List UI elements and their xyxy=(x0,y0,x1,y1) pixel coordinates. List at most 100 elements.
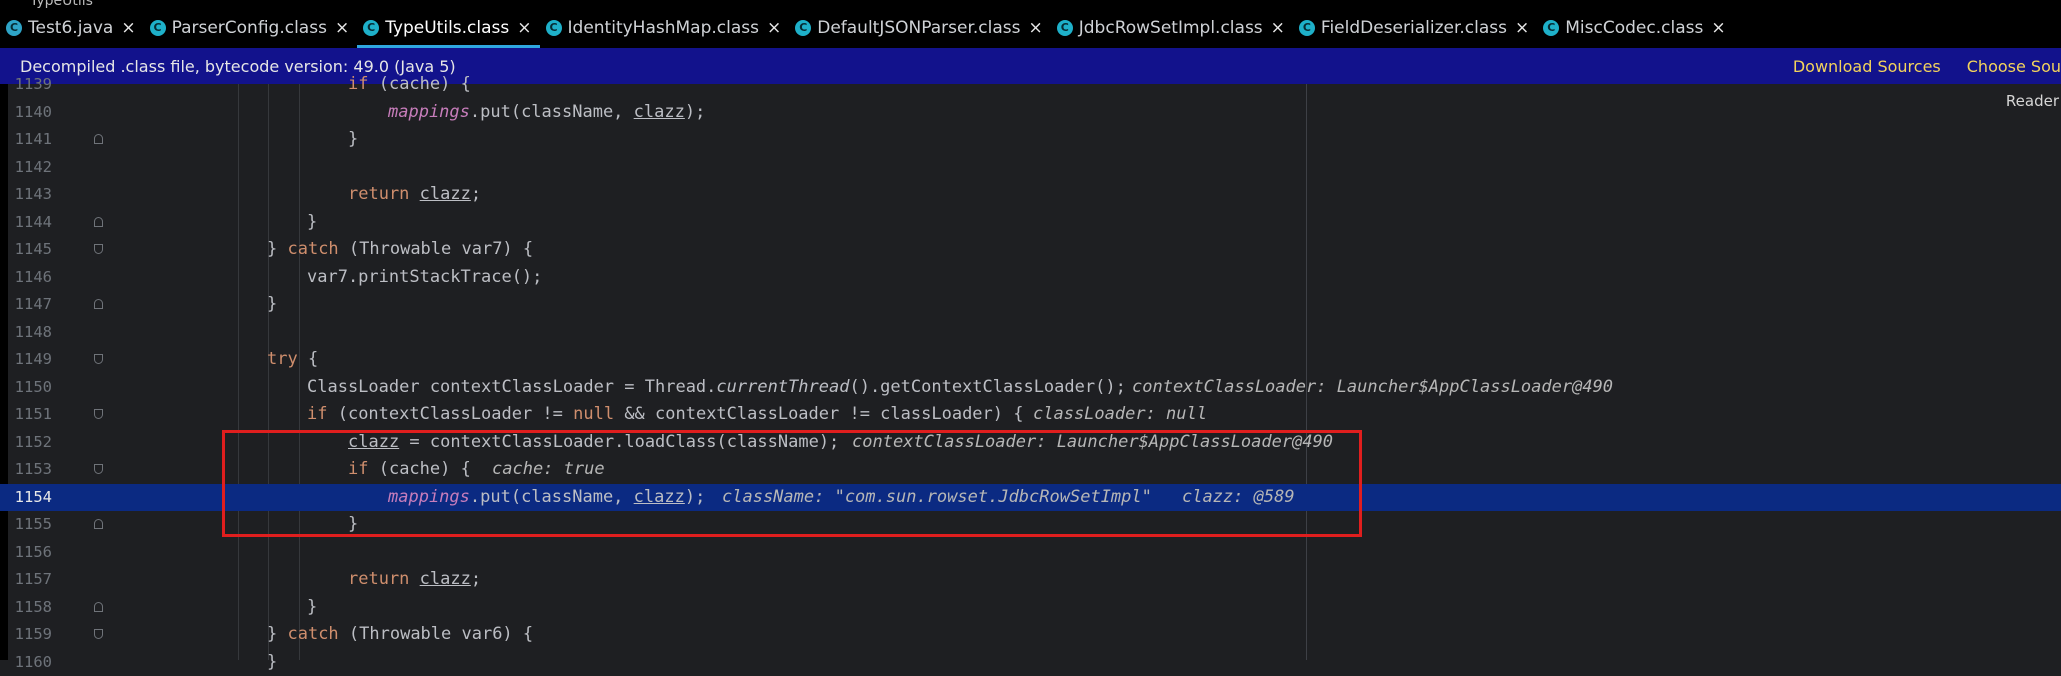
editor-tab-bar: CTest6.java×CParserConfig.class×CTypeUti… xyxy=(0,10,2061,48)
line-number: 1152 xyxy=(8,429,52,457)
code-editor[interactable]: 1139 if (cache) { 1140 mappings.put(clas… xyxy=(0,84,2061,660)
variable-ref: clazz xyxy=(420,569,471,589)
code-line: 1158 } xyxy=(0,594,2061,622)
code-text: } xyxy=(348,126,358,154)
close-icon[interactable]: × xyxy=(335,18,349,38)
line-number: 1142 xyxy=(8,154,52,182)
line-number: 1139 xyxy=(8,71,52,99)
line-number: 1153 xyxy=(8,456,52,484)
tab-misccodec-class[interactable]: C MiscCodec.class × xyxy=(1537,10,1733,48)
line-number: 1154 xyxy=(8,484,52,512)
code-text: (Throwable var6) { xyxy=(339,624,533,644)
field-ref: mappings xyxy=(388,102,470,122)
close-icon[interactable]: × xyxy=(1711,18,1725,38)
tab-typeutils-class[interactable]: CTypeUtils.class× xyxy=(357,10,539,48)
close-icon[interactable]: × xyxy=(121,18,135,38)
fold-end-icon[interactable] xyxy=(94,217,103,227)
line-number: 1158 xyxy=(8,594,52,622)
tab-label: JdbcRowSetImpl.class xyxy=(1079,18,1263,38)
keyword: catch xyxy=(287,239,338,259)
tab-identityhashmap-class[interactable]: CIdentityHashMap.class× xyxy=(540,10,790,48)
variable-ref: clazz xyxy=(634,102,685,122)
code-line: 1151 if (contextClassLoader != null && c… xyxy=(0,401,2061,429)
line-number: 1150 xyxy=(8,374,52,402)
tab-label: MiscCodec.class xyxy=(1565,18,1703,38)
window-title-bar: TypeUtils xyxy=(0,0,2061,10)
annotation-highlight-box xyxy=(222,430,1362,537)
close-icon[interactable]: × xyxy=(767,18,781,38)
code-line: 1139 if (cache) { xyxy=(0,71,2061,99)
code-text: ); xyxy=(685,102,705,122)
keyword: return xyxy=(348,184,420,204)
code-text: ; xyxy=(471,184,481,204)
code-text: } xyxy=(307,209,317,237)
code-line: 1156 xyxy=(0,539,2061,567)
code-text: } xyxy=(267,649,277,676)
line-number: 1141 xyxy=(8,126,52,154)
code-text: } xyxy=(267,239,287,259)
class-icon: C xyxy=(1057,20,1073,36)
code-line: 1140 mappings.put(className, clazz); xyxy=(0,99,2061,127)
keyword: return xyxy=(348,569,420,589)
fold-start-icon[interactable] xyxy=(94,409,103,419)
line-number: 1151 xyxy=(8,401,52,429)
code-line: 1160 } xyxy=(0,649,2061,676)
code-line: 1147 } xyxy=(0,291,2061,319)
static-method: currentThread xyxy=(716,377,849,397)
line-number: 1157 xyxy=(8,566,52,594)
class-icon: C xyxy=(150,20,166,36)
close-icon[interactable]: × xyxy=(1515,18,1529,38)
code-text: ().getContextClassLoader(); xyxy=(849,377,1125,397)
class-icon: C xyxy=(795,20,811,36)
line-number: 1146 xyxy=(8,264,52,292)
fold-start-icon[interactable] xyxy=(94,464,103,474)
line-number: 1143 xyxy=(8,181,52,209)
tab-label: DefaultJSONParser.class xyxy=(817,18,1020,38)
tab-test6-java[interactable]: CTest6.java× xyxy=(0,10,144,48)
fold-start-icon[interactable] xyxy=(94,244,103,254)
line-number: 1159 xyxy=(8,621,52,649)
close-icon[interactable]: × xyxy=(517,18,531,38)
window-title: TypeUtils xyxy=(30,0,93,9)
code-line: 1143 return clazz; xyxy=(0,181,2061,209)
code-text: { xyxy=(298,349,318,369)
tab-jdbcrowsetimpl-class[interactable]: C JdbcRowSetImpl.class × xyxy=(1051,10,1293,48)
keyword: null xyxy=(573,404,614,424)
fold-start-icon[interactable] xyxy=(94,354,103,364)
line-number: 1160 xyxy=(8,649,52,676)
code-line: 1141 } xyxy=(0,126,2061,154)
keyword: catch xyxy=(287,624,338,644)
code-line: 1145 } catch (Throwable var7) { xyxy=(0,236,2061,264)
line-number: 1145 xyxy=(8,236,52,264)
code-line: 1148 xyxy=(0,319,2061,347)
line-number: 1149 xyxy=(8,346,52,374)
code-text: ; xyxy=(471,569,481,589)
inline-debug-value: contextClassLoader: Launcher$AppClassLoa… xyxy=(1132,374,1613,402)
fold-start-icon[interactable] xyxy=(94,629,103,639)
fold-end-icon[interactable] xyxy=(94,602,103,612)
reader-mode-toggle[interactable]: Reader xyxy=(2006,92,2059,110)
java-class-icon: C xyxy=(6,20,22,36)
code-text: (contextClassLoader != xyxy=(327,404,573,424)
code-line: 1144 } xyxy=(0,209,2061,237)
tab-label: FieldDeserializer.class xyxy=(1321,18,1507,38)
code-text: var7.printStackTrace(); xyxy=(307,264,542,292)
fold-end-icon[interactable] xyxy=(94,519,103,529)
close-icon[interactable]: × xyxy=(1271,18,1285,38)
keyword: if xyxy=(307,404,327,424)
class-icon: C xyxy=(1299,20,1315,36)
code-text: ClassLoader contextClassLoader = Thread. xyxy=(307,377,716,397)
line-number: 1155 xyxy=(8,511,52,539)
code-text: } xyxy=(307,594,317,622)
inline-debug-value: classLoader: null xyxy=(1033,401,1207,429)
tab-fielddeserializer-class[interactable]: C FieldDeserializer.class × xyxy=(1293,10,1537,48)
tab-defaultjsonparser-class[interactable]: C DefaultJSONParser.class × xyxy=(789,10,1051,48)
fold-end-icon[interactable] xyxy=(94,134,103,144)
code-line: 1159 } catch (Throwable var6) { xyxy=(0,621,2061,649)
code-line: 1149 try { xyxy=(0,346,2061,374)
class-icon: C xyxy=(1543,20,1559,36)
close-icon[interactable]: × xyxy=(1029,18,1043,38)
tab-parserconfig-class[interactable]: CParserConfig.class× xyxy=(144,10,358,48)
fold-end-icon[interactable] xyxy=(94,299,103,309)
code-text: } xyxy=(267,291,277,319)
